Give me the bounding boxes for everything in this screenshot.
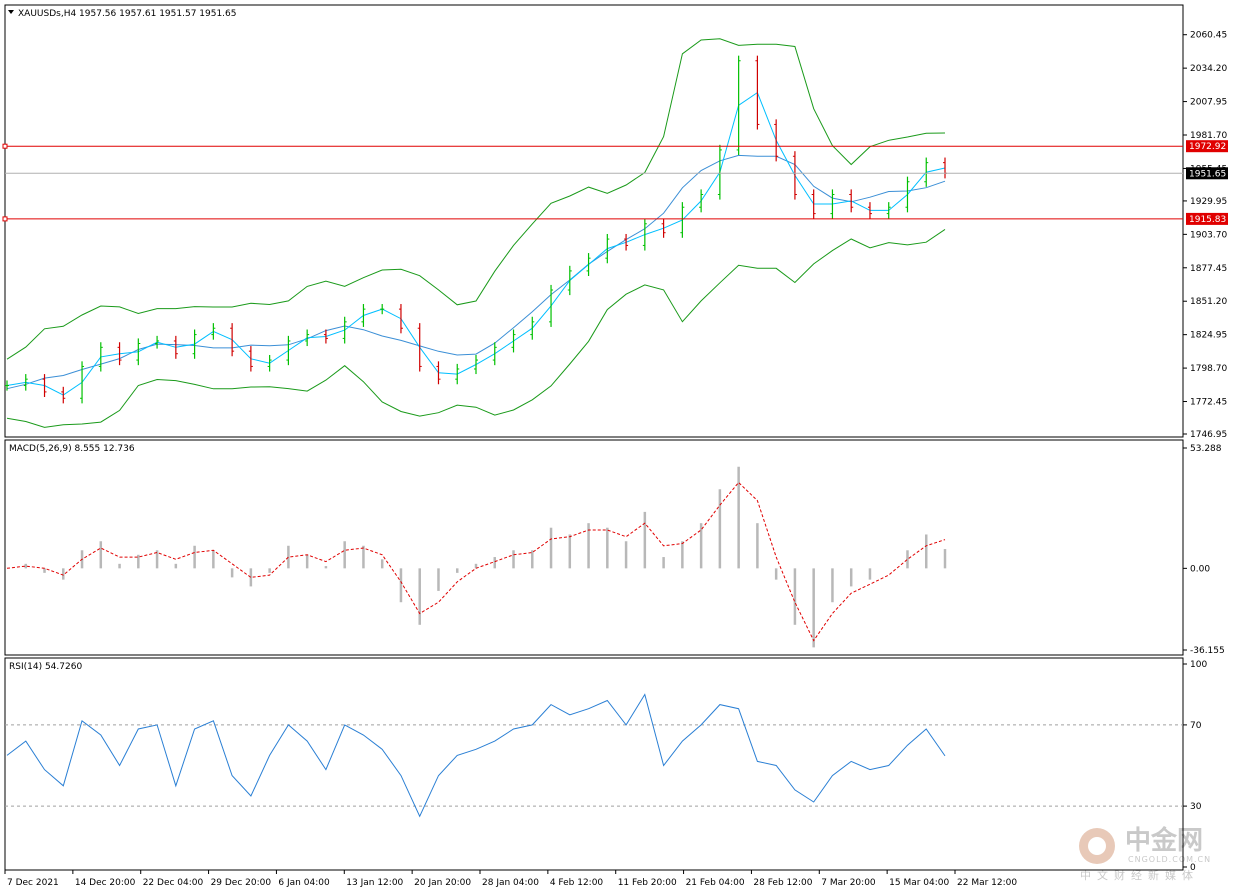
- level-price-label: 1972.92: [1189, 142, 1226, 152]
- rsi-panel-frame: [4, 657, 1184, 871]
- price-tick-label: 1877.45: [1190, 264, 1227, 274]
- time-tick-label: 28 Jan 04:00: [482, 878, 539, 888]
- time-tick-label: 14 Dec 20:00: [75, 878, 136, 888]
- time-tick-label: 4 Feb 12:00: [550, 878, 604, 888]
- price-tick-label: 1903.70: [1190, 230, 1227, 240]
- bollinger-upper-line: [6, 38, 946, 360]
- time-tick-label: 11 Feb 20:00: [618, 878, 677, 888]
- level-price-label: 1915.83: [1189, 215, 1226, 225]
- macd-panel-frame: [4, 439, 1184, 656]
- level-handle: [2, 143, 8, 149]
- rsi-tick-label: 100: [1190, 660, 1207, 670]
- watermark: 中金网 CNGOLD.COM.CN 中文财经新媒体: [1079, 825, 1211, 882]
- price-tick-label: 1929.95: [1190, 197, 1227, 207]
- price-tick-label: 1981.70: [1190, 131, 1227, 141]
- collapse-arrow-icon[interactable]: [8, 10, 14, 14]
- time-tick-label: 6 Jan 04:00: [278, 878, 330, 888]
- rsi-tick-label: 0: [1190, 863, 1196, 873]
- macd-panel-header: MACD(5,26,9) 8.555 12.736: [9, 444, 135, 454]
- macd-axis: 53.288 0.00 -36.155: [1183, 444, 1225, 656]
- brand-cn: 中金网: [1125, 825, 1203, 856]
- time-tick-label: 21 Feb 04:00: [686, 878, 745, 888]
- chart-canvas[interactable]: 中金网 CNGOLD.COM.CN 中文财经新媒体 XAUUSDs,H4 195…: [0, 0, 1234, 895]
- time-tick-label: 22 Mar 12:00: [957, 878, 1017, 888]
- price-tick-label: 2060.45: [1190, 31, 1227, 41]
- horizontal-levels[interactable]: 1972.92 1915.83 1951.65: [2, 140, 1228, 225]
- time-tick-label: 20 Jan 20:00: [414, 878, 471, 888]
- price-tick-label: 1798.70: [1190, 364, 1227, 374]
- panel-frames: [4, 4, 1184, 871]
- time-tick-label: 13 Jan 12:00: [346, 878, 403, 888]
- price-tick-label: 1851.20: [1190, 297, 1227, 307]
- price-tick-label: 1824.95: [1190, 331, 1227, 341]
- price-tick-label: 1746.95: [1190, 430, 1227, 440]
- macd-signal-line: [6, 481, 946, 642]
- price-panel-frame: [4, 4, 1184, 438]
- price-panel-header: XAUUSDs,H4 1957.56 1957.61 1951.57 1951.…: [18, 9, 237, 19]
- moving-average-fast-line: [6, 91, 946, 396]
- time-tick-label: 7 Mar 20:00: [821, 878, 876, 888]
- time-axis: 7 Dec 2021 14 Dec 20:00 22 Dec 04:00 29 Dec…: [4, 870, 1017, 888]
- time-tick-label: 28 Feb 12:00: [753, 878, 812, 888]
- price-tick-label: 2007.95: [1190, 98, 1227, 108]
- time-tick-label: 7 Dec 2021: [7, 878, 59, 888]
- rsi-panel-header: RSI(14) 54.7260: [9, 662, 82, 672]
- rsi-series: [5, 693, 1183, 818]
- price-tick-label: 1772.45: [1190, 398, 1227, 408]
- time-tick-label: 22 Dec 04:00: [143, 878, 204, 888]
- rsi-tick-label: 30: [1190, 802, 1202, 812]
- time-tick-label: 15 Mar 04:00: [889, 878, 949, 888]
- macd-series: [6, 466, 947, 648]
- rsi-line: [6, 693, 946, 818]
- time-tick-label: 29 Dec 20:00: [211, 878, 272, 888]
- bollinger-lower-line: [6, 228, 946, 428]
- level-handle: [2, 216, 8, 222]
- macd-tick-label: -36.155: [1190, 646, 1225, 656]
- current-price-label: 1951.65: [1189, 169, 1226, 179]
- price-tick-label: 2034.20: [1190, 64, 1227, 74]
- brand-en: CNGOLD.COM.CN: [1128, 855, 1211, 864]
- macd-tick-label: 53.288: [1190, 444, 1222, 454]
- macd-tick-label: 0.00: [1190, 564, 1210, 574]
- rsi-tick-label: 70: [1190, 721, 1202, 731]
- price-axis: 2060.452034.202007.951981.701955.451929.…: [1183, 31, 1227, 440]
- price-series: [5, 38, 947, 428]
